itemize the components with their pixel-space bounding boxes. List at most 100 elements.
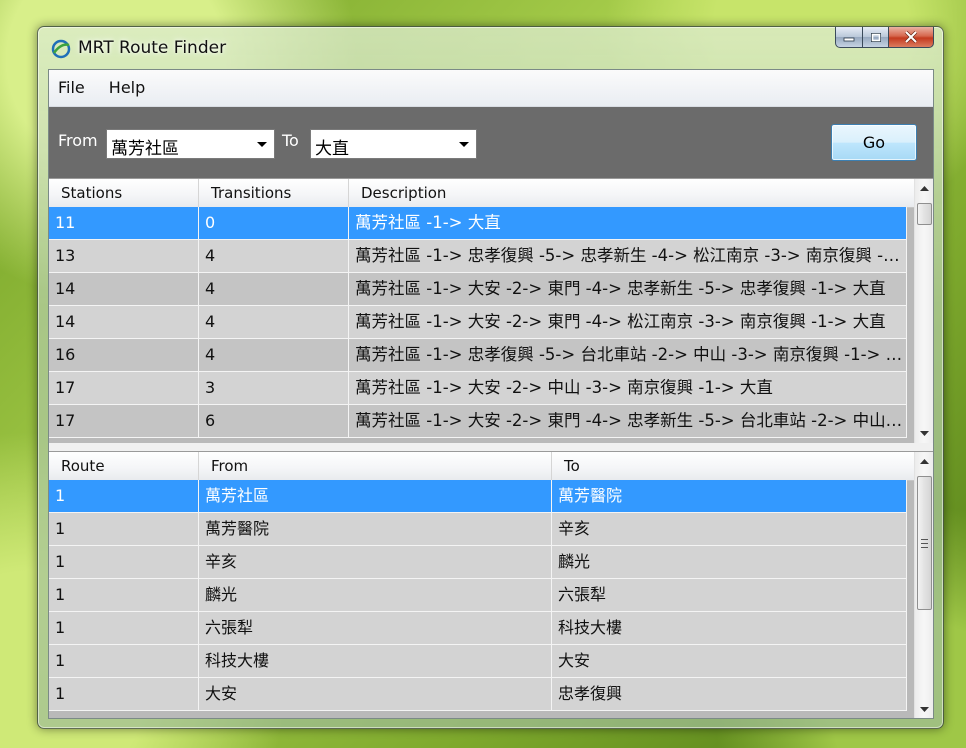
route-row[interactable]: 14 4 萬芳社區 -1-> 大安 -2-> 東門 -4-> 松江南京 -3->… [49, 306, 907, 339]
scroll-down-button[interactable] [915, 425, 933, 443]
chevron-up-icon [919, 186, 929, 191]
to-cell: 大安 [552, 645, 907, 678]
column-header-to[interactable]: To [552, 452, 915, 480]
maximize-icon [870, 32, 881, 42]
transitions-cell: 4 [199, 339, 349, 372]
scroll-down-button[interactable] [915, 701, 933, 718]
go-button[interactable]: Go [831, 124, 917, 161]
description-cell: 萬芳社區 -1-> 忠孝復興 -5-> 台北車站 -2-> 中山 -3-> 南京… [349, 339, 907, 372]
from-cell: 大安 [199, 678, 552, 711]
to-cell: 忠孝復興 [552, 678, 907, 711]
route-row[interactable]: 16 4 萬芳社區 -1-> 忠孝復興 -5-> 台北車站 -2-> 中山 -3… [49, 339, 907, 372]
description-cell: 萬芳社區 -1-> 大直 [349, 207, 907, 240]
title-bar[interactable]: MRT Route Finder [38, 27, 943, 69]
route-cell: 1 [49, 579, 199, 612]
to-cell: 麟光 [552, 546, 907, 579]
segments-grid[interactable]: Route From To 1 萬芳社區 萬芳醫院 1 萬芳醫院 辛亥 1 辛亥 [49, 451, 933, 718]
scroll-thumb[interactable] [917, 476, 932, 610]
chevron-down-icon [919, 431, 929, 436]
segment-row[interactable]: 1 萬芳醫院 辛亥 [49, 513, 907, 546]
route-cell: 1 [49, 513, 199, 546]
close-icon [904, 31, 918, 43]
routes-grid-header: Stations Transitions Description [49, 179, 915, 208]
route-cell: 1 [49, 546, 199, 579]
route-row[interactable]: 14 4 萬芳社區 -1-> 大安 -2-> 東門 -4-> 忠孝新生 -5->… [49, 273, 907, 306]
transitions-cell: 0 [199, 207, 349, 240]
to-cell: 辛亥 [552, 513, 907, 546]
column-header-stations[interactable]: Stations [49, 179, 199, 207]
close-button[interactable] [889, 27, 934, 48]
description-cell: 萬芳社區 -1-> 大安 -2-> 中山 -3-> 南京復興 -1-> 大直 [349, 372, 907, 405]
from-cell: 萬芳社區 [199, 480, 552, 513]
chevron-up-icon [919, 459, 929, 464]
scroll-up-button[interactable] [915, 179, 933, 197]
from-label: From [58, 131, 98, 150]
scroll-up-button[interactable] [915, 452, 933, 470]
stations-cell: 16 [49, 339, 199, 372]
description-cell: 萬芳社區 -1-> 大安 -2-> 東門 -4-> 忠孝新生 -5-> 忠孝復興… [349, 273, 907, 306]
grip-icon [921, 538, 928, 548]
column-header-description[interactable]: Description [349, 179, 915, 207]
column-header-route[interactable]: Route [49, 452, 199, 480]
description-cell: 萬芳社區 -1-> 忠孝復興 -5-> 忠孝新生 -4-> 松江南京 -3-> … [349, 240, 907, 273]
minimize-button[interactable] [835, 27, 863, 48]
transitions-cell: 3 [199, 372, 349, 405]
routes-scrollbar[interactable] [914, 179, 933, 443]
description-cell: 萬芳社區 -1-> 大安 -2-> 東門 -4-> 松江南京 -3-> 南京復興… [349, 306, 907, 339]
stations-cell: 13 [49, 240, 199, 273]
description-cell: 萬芳社區 -1-> 大安 -2-> 東門 -4-> 忠孝新生 -5-> 台北車站… [349, 405, 907, 438]
route-cell: 1 [49, 678, 199, 711]
scroll-thumb[interactable] [917, 203, 932, 225]
stations-cell: 14 [49, 306, 199, 339]
chevron-down-icon [257, 142, 267, 147]
app-window: MRT Route Finder File Help From 萬芳社區 To [37, 26, 944, 729]
route-row[interactable]: 17 3 萬芳社區 -1-> 大安 -2-> 中山 -3-> 南京復興 -1->… [49, 372, 907, 405]
stations-cell: 11 [49, 207, 199, 240]
routes-grid-rows: 11 0 萬芳社區 -1-> 大直 13 4 萬芳社區 -1-> 忠孝復興 -5… [49, 207, 907, 438]
segment-row[interactable]: 1 麟光 六張犁 [49, 579, 907, 612]
column-header-transitions[interactable]: Transitions [199, 179, 349, 207]
menu-help[interactable]: Help [100, 70, 156, 106]
route-cell: 1 [49, 480, 199, 513]
from-station-select[interactable]: 萬芳社區 [106, 129, 275, 159]
segment-row[interactable]: 1 萬芳社區 萬芳醫院 [49, 480, 907, 513]
segments-grid-header: Route From To [49, 452, 915, 481]
chevron-down-icon [459, 142, 469, 147]
route-row[interactable]: 17 6 萬芳社區 -1-> 大安 -2-> 東門 -4-> 忠孝新生 -5->… [49, 405, 907, 438]
caption-buttons [835, 27, 934, 49]
segments-scrollbar[interactable] [914, 452, 933, 718]
segment-row[interactable]: 1 六張犁 科技大樓 [49, 612, 907, 645]
client-area: File Help From 萬芳社區 To 大直 Go Stations Tr… [48, 69, 934, 719]
transitions-cell: 6 [199, 405, 349, 438]
stations-cell: 17 [49, 372, 199, 405]
transitions-cell: 4 [199, 306, 349, 339]
routes-grid[interactable]: Stations Transitions Description 11 0 萬芳… [49, 178, 933, 443]
stations-cell: 17 [49, 405, 199, 438]
segment-row[interactable]: 1 大安 忠孝復興 [49, 678, 907, 711]
menu-file[interactable]: File [49, 70, 96, 106]
transitions-cell: 4 [199, 273, 349, 306]
from-cell: 麟光 [199, 579, 552, 612]
minimize-icon [843, 37, 855, 42]
from-cell: 六張犁 [199, 612, 552, 645]
menu-bar: File Help [49, 70, 933, 107]
from-cell: 萬芳醫院 [199, 513, 552, 546]
transitions-cell: 4 [199, 240, 349, 273]
search-panel: From 萬芳社區 To 大直 Go [49, 107, 933, 179]
from-station-value: 萬芳社區 [111, 139, 179, 159]
stations-cell: 14 [49, 273, 199, 306]
to-label: To [282, 131, 299, 150]
segment-row[interactable]: 1 科技大樓 大安 [49, 645, 907, 678]
column-header-from[interactable]: From [199, 452, 552, 480]
route-row[interactable]: 13 4 萬芳社區 -1-> 忠孝復興 -5-> 忠孝新生 -4-> 松江南京 … [49, 240, 907, 273]
to-cell: 六張犁 [552, 579, 907, 612]
route-cell: 1 [49, 645, 199, 678]
segments-grid-rows: 1 萬芳社區 萬芳醫院 1 萬芳醫院 辛亥 1 辛亥 麟光 1 麟光 六張犁 1… [49, 480, 907, 711]
maximize-button[interactable] [863, 27, 889, 48]
app-icon [51, 39, 71, 59]
window-title: MRT Route Finder [78, 38, 227, 58]
route-cell: 1 [49, 612, 199, 645]
to-station-select[interactable]: 大直 [310, 129, 477, 159]
segment-row[interactable]: 1 辛亥 麟光 [49, 546, 907, 579]
route-row[interactable]: 11 0 萬芳社區 -1-> 大直 [49, 207, 907, 240]
